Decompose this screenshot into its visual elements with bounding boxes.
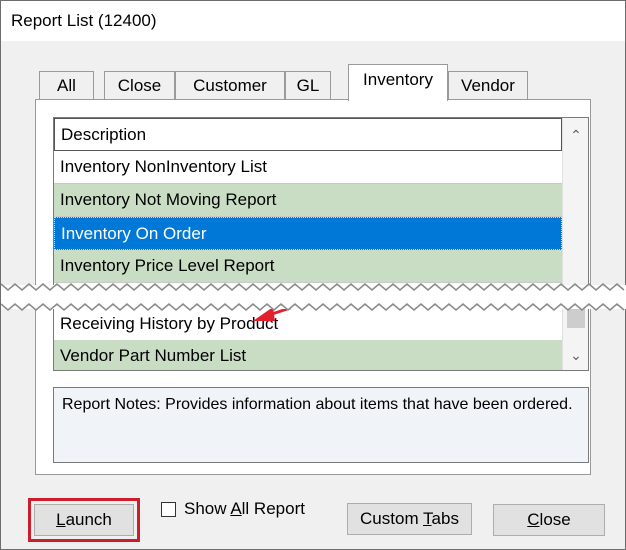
custom-tabs-button[interactable]: Custom Tabs — [347, 503, 472, 535]
tab-all[interactable]: All — [39, 71, 94, 100]
list-item-selected[interactable]: Inventory On Order — [54, 217, 562, 250]
launch-button[interactable]: Launch — [34, 504, 134, 536]
list-item[interactable]: Inventory Not Moving Report — [54, 184, 562, 217]
list-item[interactable]: Inventory NonInventory List — [54, 151, 562, 184]
vertical-scrollbar[interactable]: ⌃ ⌄ — [562, 118, 588, 370]
torn-edge-break — [1, 283, 626, 311]
report-list[interactable]: Description Inventory NonInventory List … — [53, 117, 589, 371]
report-list-window: Report List (12400) All Close Customer G… — [0, 0, 626, 550]
tab-gl[interactable]: GL — [285, 71, 331, 100]
window-title: Report List (12400) — [11, 11, 157, 30]
report-notes: Report Notes: Provides information about… — [53, 387, 589, 463]
close-button[interactable]: Close — [493, 504, 605, 536]
list-item-label: Inventory On Order — [61, 224, 207, 243]
list-item[interactable]: Vendor Part Number List — [54, 340, 562, 370]
tab-close[interactable]: Close — [104, 71, 175, 100]
description-column-header[interactable]: Description — [54, 118, 562, 151]
show-all-report-label[interactable]: Show All Report — [184, 499, 305, 519]
tab-vendor[interactable]: Vendor — [448, 71, 528, 100]
title-bar: Report List (12400) — [1, 1, 625, 41]
show-all-report-checkbox[interactable] — [161, 502, 176, 517]
scroll-down-icon[interactable]: ⌄ — [563, 343, 588, 367]
scroll-up-icon[interactable]: ⌃ — [563, 123, 588, 147]
tab-inventory[interactable]: Inventory — [348, 64, 448, 101]
tab-customer[interactable]: Customer — [175, 71, 285, 100]
